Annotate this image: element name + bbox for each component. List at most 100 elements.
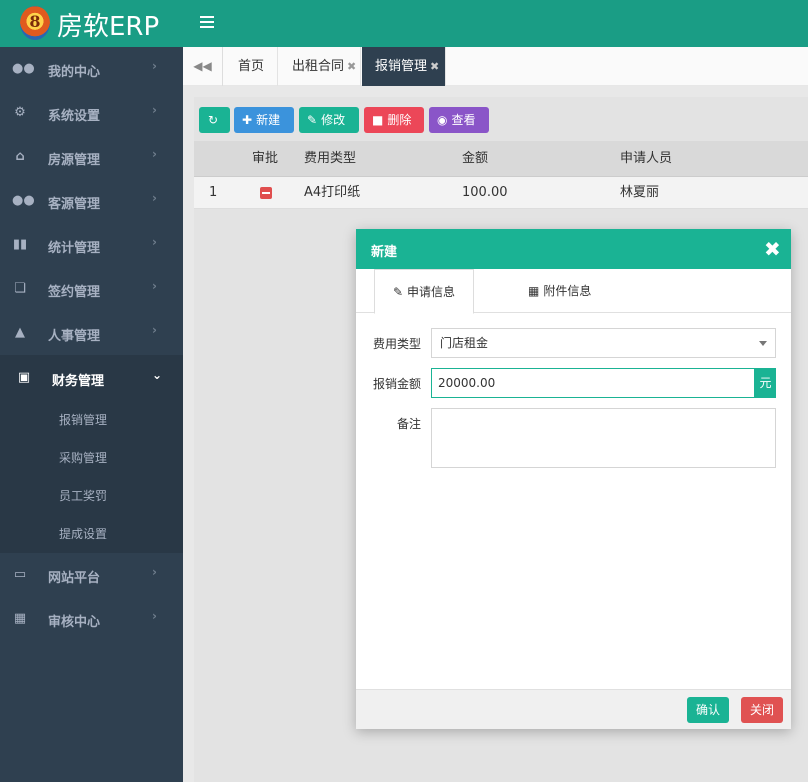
amount-label: 报销金额 (373, 377, 422, 391)
top-bar: 8 房软ERP (0, 0, 808, 47)
close-button[interactable]: 关闭 (741, 697, 783, 723)
refresh-button[interactable]: ↻ (199, 107, 230, 133)
column-header-applicant[interactable]: 申请人员 (620, 141, 672, 177)
dialog-footer: 确认 关闭 (356, 689, 791, 729)
dialog-tabs: ✎ 申请信息 ▦ 附件信息 (356, 269, 791, 314)
dialog-title: 新建 (371, 245, 398, 260)
copy-icon: ❏ (14, 281, 26, 296)
table-row[interactable]: 1 A4打印纸 100.00 林夏丽 (194, 177, 808, 209)
column-header-amount[interactable]: 金额 (462, 141, 488, 177)
gift-icon: ▦ (13, 611, 27, 626)
fee-type-value: 门店租金 (440, 336, 489, 350)
close-icon[interactable]: ✖ (764, 239, 782, 259)
note-textarea[interactable] (431, 408, 776, 468)
minus-square-icon[interactable] (260, 187, 272, 199)
sidebar-item-contracts[interactable]: ❏ 签约管理 › (0, 267, 183, 311)
sidebar-item-label: 统计管理 (48, 241, 101, 256)
sidebar-item-system-settings[interactable]: ⚙ 系统设置 › (0, 91, 183, 135)
sidebar: ●● 我的中心 › ⚙ 系统设置 › ⌂ 房源管理 › ●● 客源管理 › ▮▮… (0, 47, 183, 782)
chevron-right-icon: › (152, 565, 157, 579)
sidebar-item-label: 房源管理 (48, 153, 101, 168)
home-icon: ⌂ (15, 149, 25, 164)
tabs-back-icon[interactable]: ◀◀ (183, 47, 223, 86)
sidebar-item-my-center[interactable]: ●● 我的中心 › (0, 47, 183, 91)
chevron-right-icon: › (152, 323, 157, 337)
delete-button[interactable]: ■ 删除 (364, 107, 424, 133)
users-icon: ●● (12, 61, 35, 76)
column-header-approval[interactable]: 审批 (252, 141, 278, 177)
confirm-button[interactable]: 确认 (687, 697, 729, 723)
dialog-header: 新建 ✖ (356, 229, 791, 269)
row-index: 1 (209, 185, 218, 200)
sidebar-item-clients[interactable]: ●● 客源管理 › (0, 179, 183, 223)
note-label: 备注 (397, 417, 422, 431)
sidebar-item-label: 财务管理 (52, 374, 105, 389)
sidebar-item-label: 审核中心 (48, 615, 101, 630)
sidebar-item-label: 人事管理 (48, 329, 101, 344)
sidebar-item-audit[interactable]: ▦ 审核中心 › (0, 597, 183, 641)
sidebar-item-label: 我的中心 (48, 65, 101, 80)
cell-fee-type: A4打印纸 (304, 185, 361, 200)
chevron-right-icon: › (152, 235, 157, 249)
trash-icon: ■ (372, 113, 384, 127)
image-file-icon: ▦ (528, 284, 540, 298)
sidebar-item-hr[interactable]: ▲ 人事管理 › (0, 311, 183, 355)
sidebar-item-website[interactable]: ▭ 网站平台 › (0, 553, 183, 597)
tab-lease-contract[interactable]: 出租合同 ✖ (279, 47, 361, 86)
fee-type-label: 费用类型 (373, 337, 422, 351)
amount-unit-addon: 元 (755, 368, 776, 398)
tab-label: 申请信息 (407, 285, 456, 299)
delete-button-label: 删除 (387, 113, 412, 127)
edit-button[interactable]: ✎ 修改 (299, 107, 359, 133)
sidebar-item-properties[interactable]: ⌂ 房源管理 › (0, 135, 183, 179)
chevron-right-icon: › (152, 103, 157, 117)
fee-type-select[interactable]: 门店租金 (431, 328, 776, 358)
eye-icon: ◉ (437, 113, 448, 127)
chevron-right-icon: › (152, 279, 157, 293)
new-button-label: 新建 (256, 113, 281, 127)
view-button-label: 查看 (451, 113, 476, 127)
sidebar-item-label: 客源管理 (48, 197, 101, 212)
tab-label: 报销管理 (375, 59, 428, 74)
tab-apply-info[interactable]: ✎ 申请信息 (374, 269, 474, 314)
sitemap-icon: ▲ (15, 325, 25, 340)
submenu-item-purchasing[interactable]: 采购管理 (0, 439, 183, 477)
tab-attachments[interactable]: ▦ 附件信息 (528, 269, 628, 313)
cell-amount: 100.00 (462, 185, 508, 200)
chevron-down-icon (759, 341, 767, 346)
chevron-right-icon: › (152, 59, 157, 73)
group-icon: ●● (12, 193, 35, 208)
submenu-item-reimbursement[interactable]: 报销管理 (0, 401, 183, 439)
cogs-icon: ⚙ (14, 105, 26, 120)
column-header-fee-type[interactable]: 费用类型 (304, 141, 356, 177)
amount-value: 20000.00 (438, 376, 496, 390)
desktop-icon: ▭ (13, 567, 27, 582)
submenu-item-rewards[interactable]: 员工奖罚 (0, 477, 183, 515)
new-expense-dialog: 新建 ✖ ✎ 申请信息 ▦ 附件信息 费用类型 门店租金 报销金额 20000.00… (356, 229, 791, 729)
sidebar-item-statistics[interactable]: ▮▮ 统计管理 › (0, 223, 183, 267)
sidebar-item-label: 网站平台 (48, 571, 101, 586)
credit-card-icon: ▣ (17, 370, 31, 385)
tab-label: 首页 (238, 59, 265, 74)
tab-reimbursement[interactable]: 报销管理 ✖ (362, 47, 446, 86)
table-header: 审批 费用类型 金额 申请人员 (194, 141, 808, 177)
brand-title: 房软ERP (57, 12, 160, 42)
menu-toggle-icon[interactable] (200, 16, 214, 28)
tab-home[interactable]: 首页 (224, 47, 278, 86)
edit-button-label: 修改 (321, 113, 346, 127)
logo-icon: 8 (20, 6, 50, 40)
close-icon[interactable]: ✖ (430, 60, 439, 73)
finance-submenu: 报销管理 采购管理 员工奖罚 提成设置 (0, 401, 183, 553)
sidebar-item-finance[interactable]: ▣ 财务管理 ⌄ (0, 355, 183, 401)
edit-icon: ✎ (392, 285, 404, 299)
view-button[interactable]: ◉ 查看 (429, 107, 489, 133)
new-button[interactable]: ✚ 新建 (234, 107, 294, 133)
sidebar-item-label: 系统设置 (48, 109, 101, 124)
plus-icon: ✚ (242, 113, 253, 127)
submenu-item-commission[interactable]: 提成设置 (0, 515, 183, 553)
amount-input[interactable]: 20000.00 (431, 368, 755, 398)
close-icon[interactable]: ✖ (347, 60, 356, 73)
chevron-right-icon: › (152, 191, 157, 205)
chevron-down-icon: ⌄ (152, 368, 163, 382)
chevron-right-icon: › (152, 609, 157, 623)
